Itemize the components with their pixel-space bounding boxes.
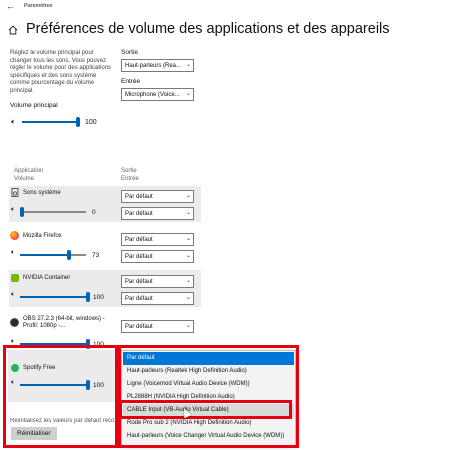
output-select[interactable]: Par défaut	[121, 233, 194, 246]
input-value: Par défaut	[125, 295, 153, 302]
app-name: NVIDIA Container	[23, 275, 71, 281]
output-value: Par défaut	[125, 278, 153, 285]
system-sounds-icon	[11, 188, 19, 197]
app-name: Sons système	[23, 190, 61, 196]
input-select[interactable]: Par défaut	[121, 292, 194, 305]
input-value: Par défaut	[125, 253, 153, 260]
chevron-down-icon: ⌄	[186, 62, 192, 68]
firefox-icon	[10, 231, 19, 240]
window-title: Paramètres	[24, 3, 53, 9]
master-volume-value: 100	[85, 119, 97, 126]
output-select[interactable]: Par défaut	[121, 275, 194, 288]
home-icon[interactable]	[8, 25, 18, 35]
volume-value: 0	[92, 209, 96, 216]
output-value: Par défaut	[125, 236, 153, 243]
chevron-down-icon: ⌄	[186, 278, 192, 284]
output-device-select[interactable]: Haut-parleurs (Rea...	[121, 59, 194, 72]
speaker-icon[interactable]: 🔈︎	[11, 206, 15, 214]
volume-thumb[interactable]	[20, 207, 24, 217]
volume-thumb[interactable]	[86, 292, 90, 302]
obs-icon	[10, 318, 19, 327]
volume-thumb[interactable]	[67, 250, 71, 260]
chevron-down-icon: ⌄	[186, 295, 192, 301]
chevron-down-icon: ⌄	[186, 236, 192, 242]
column-volume: Volume	[14, 176, 35, 182]
volume-fill	[20, 254, 68, 256]
chevron-down-icon: ⌄	[186, 323, 192, 329]
highlight-box-dropdown	[118, 345, 299, 448]
chevron-down-icon: ⌄	[186, 91, 192, 97]
output-select[interactable]: Par défaut	[121, 320, 194, 333]
column-output: Sortie	[121, 168, 137, 174]
highlight-box-spotify	[3, 345, 118, 448]
speaker-icon[interactable]: 🔈︎	[11, 291, 15, 299]
nvidia-icon	[11, 274, 19, 282]
input-value: Par défaut	[125, 210, 153, 217]
speaker-icon[interactable]: 🔈︎	[11, 117, 16, 127]
chevron-down-icon: ⌄	[186, 210, 192, 216]
column-application: Application	[14, 168, 44, 174]
master-volume-thumb[interactable]	[76, 117, 80, 127]
input-device-value: Microphone (Voice...	[125, 91, 180, 98]
output-value: Par défaut	[125, 193, 153, 200]
app-name: OBS 27.2.3 (64-bit, windows) - Profil: 1…	[23, 316, 105, 330]
output-select[interactable]: Par défaut	[121, 190, 194, 203]
title-bar: ← Paramètres	[0, 0, 450, 14]
output-label: Sortie	[121, 49, 138, 56]
output-device-value: Haut-parleurs (Rea...	[125, 62, 182, 69]
master-volume-label: Volume principal	[10, 102, 58, 109]
input-label: Entrée	[121, 78, 141, 85]
master-volume-fill	[22, 121, 78, 123]
page-title: Préférences de volume des applications e…	[26, 21, 390, 37]
output-value: Par défaut	[125, 323, 153, 330]
highlight-box-cable-input	[119, 400, 292, 419]
input-select[interactable]: Par défaut	[121, 207, 194, 220]
volume-slider[interactable]	[20, 211, 86, 213]
volume-value: 100	[93, 294, 104, 301]
app-name: Mozilla Firefox	[23, 233, 62, 239]
chevron-down-icon: ⌄	[186, 253, 192, 259]
column-input: Entrée	[121, 176, 139, 182]
speaker-icon[interactable]: 🔈︎	[11, 249, 15, 257]
input-device-select[interactable]: Microphone (Voice...	[121, 88, 194, 101]
chevron-down-icon: ⌄	[186, 193, 192, 199]
master-volume-description: Réglez le volume principal pour changer …	[10, 50, 112, 94]
back-arrow-icon[interactable]: ←	[6, 1, 15, 11]
input-select[interactable]: Par défaut	[121, 250, 194, 263]
volume-fill	[20, 296, 88, 298]
volume-value: 73	[92, 252, 100, 259]
